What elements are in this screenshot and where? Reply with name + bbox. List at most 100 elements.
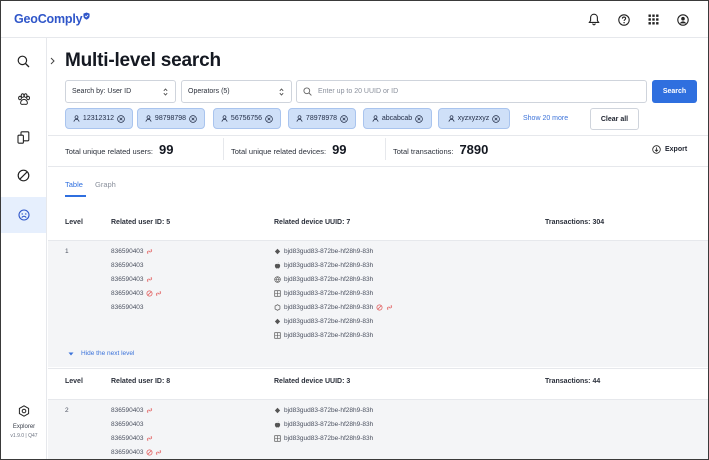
sidebar-item-face[interactable] bbox=[1, 197, 46, 233]
device-id: bjd83gud83-872be-hf28h9-83h bbox=[284, 407, 374, 414]
link-icon bbox=[155, 291, 161, 296]
chip-label: abcabcab bbox=[381, 115, 413, 122]
sidebar-item-search[interactable] bbox=[1, 43, 46, 79]
search-button[interactable]: Search bbox=[652, 80, 697, 103]
id-search-input[interactable] bbox=[318, 88, 618, 95]
account-icon[interactable] bbox=[676, 13, 689, 26]
bell-icon[interactable] bbox=[587, 13, 600, 26]
page-title: Multi-level search bbox=[65, 50, 221, 71]
device-id: bjd83gud83-872be-hf28h9-83h bbox=[284, 248, 374, 255]
user-row[interactable]: 836590403 bbox=[111, 248, 153, 255]
device-row[interactable]: bjd83gud83-872be-hf28h9-83h bbox=[274, 262, 373, 269]
device-row[interactable]: bjd83gud83-872be-hf28h9-83h bbox=[274, 332, 373, 339]
windows-icon bbox=[274, 332, 281, 339]
android-icon bbox=[274, 407, 281, 414]
link-icon bbox=[146, 277, 152, 282]
stat-devices: Total unique related devices: 99 bbox=[231, 142, 347, 157]
devices-icon bbox=[17, 130, 30, 144]
show-more-link[interactable]: Show 20 more bbox=[523, 115, 568, 122]
brand-name: GeoComply bbox=[14, 12, 83, 26]
id-search-field bbox=[296, 80, 647, 103]
col-level: Level bbox=[65, 378, 83, 385]
search-by-value: Search by: User ID bbox=[72, 88, 132, 95]
blocked-icon bbox=[17, 169, 30, 181]
tab-table[interactable]: Table bbox=[65, 180, 83, 189]
divider bbox=[48, 166, 708, 167]
device-row[interactable]: bjd83gud83-872be-hf28h9-83h bbox=[274, 407, 373, 414]
device-row[interactable]: bjd83gud83-872be-hf28h9-83h bbox=[274, 290, 373, 297]
close-icon[interactable] bbox=[265, 114, 273, 123]
export-label: Export bbox=[665, 146, 688, 153]
mobile-device-icon bbox=[274, 304, 281, 311]
operators-select[interactable]: Operators (5) bbox=[181, 80, 292, 103]
user-row[interactable]: 836590403 bbox=[111, 276, 153, 283]
download-icon bbox=[652, 145, 661, 154]
level-body: 1 836590403 836590403 836590403 83659040… bbox=[48, 240, 708, 367]
sidebar-item-blocked[interactable] bbox=[1, 157, 46, 193]
search-by-select[interactable]: Search by: User ID bbox=[65, 80, 176, 103]
tab-graph[interactable]: Graph bbox=[95, 180, 116, 189]
device-id: bjd83gud83-872be-hf28h9-83h bbox=[284, 318, 374, 325]
col-transactions: Transactions: 304 bbox=[545, 219, 605, 226]
hide-next-level-toggle[interactable]: Hide the next level bbox=[68, 350, 134, 357]
globe-icon bbox=[274, 276, 281, 283]
close-icon[interactable] bbox=[415, 114, 423, 123]
user-row[interactable]: 836590403 bbox=[111, 407, 153, 414]
close-icon[interactable] bbox=[189, 114, 197, 123]
clear-all-button[interactable]: Clear all bbox=[590, 108, 639, 130]
stat-separator bbox=[223, 138, 224, 160]
stat-separator bbox=[385, 138, 386, 160]
chip-user[interactable]: 12312312 bbox=[65, 108, 133, 129]
apple-icon bbox=[274, 262, 281, 269]
user-id: 836590403 bbox=[111, 449, 144, 456]
brand-logo[interactable]: GeoComply bbox=[14, 12, 90, 26]
sidebar-item-paw[interactable] bbox=[1, 81, 46, 117]
chip-user[interactable]: abcabcab bbox=[363, 108, 432, 129]
device-id: bjd83gud83-872be-hf28h9-83h bbox=[284, 276, 374, 283]
user-row[interactable]: 836590403 bbox=[111, 435, 153, 442]
link-icon bbox=[146, 249, 152, 254]
close-icon[interactable] bbox=[117, 114, 125, 123]
stat-transactions-value: 7890 bbox=[459, 142, 489, 157]
caret-down-icon bbox=[68, 352, 74, 355]
user-id: 836590403 bbox=[111, 421, 144, 428]
help-icon[interactable] bbox=[617, 13, 630, 26]
user-row[interactable]: 836590403 bbox=[111, 262, 144, 269]
device-row[interactable]: bjd83gud83-872be-hf28h9-83h bbox=[274, 276, 373, 283]
export-button[interactable]: Export bbox=[652, 145, 687, 154]
stat-devices-value: 99 bbox=[332, 142, 347, 157]
user-id: 836590403 bbox=[111, 262, 144, 269]
level-number: 1 bbox=[65, 248, 69, 255]
search-icon bbox=[17, 55, 30, 67]
device-row[interactable]: bjd83gud83-872be-hf28h9-83h bbox=[274, 421, 373, 428]
level-section-2: Level Related user ID: 8 Related device … bbox=[48, 368, 708, 459]
user-id: 836590403 bbox=[111, 407, 144, 414]
user-row[interactable]: 836590403 bbox=[111, 421, 144, 428]
block-icon bbox=[376, 304, 383, 311]
stat-users-label: Total unique related users: bbox=[65, 147, 153, 156]
device-row[interactable]: bjd83gud83-872be-hf28h9-83h bbox=[274, 318, 373, 325]
device-id: bjd83gud83-872be-hf28h9-83h bbox=[284, 435, 374, 442]
sidebar-item-devices[interactable] bbox=[1, 119, 46, 155]
sort-caret-icon bbox=[163, 88, 168, 96]
explorer-icon[interactable] bbox=[18, 405, 30, 417]
device-row[interactable]: bjd83gud83-872be-hf28h9-83h bbox=[274, 435, 373, 442]
user-icon bbox=[73, 115, 80, 122]
device-row[interactable]: bjd83gud83-872be-hf28h9-83h bbox=[274, 248, 373, 255]
chip-label: 78978978 bbox=[305, 115, 338, 122]
shield-icon bbox=[83, 12, 90, 20]
close-icon[interactable] bbox=[340, 114, 348, 123]
device-id: bjd83gud83-872be-hf28h9-83h bbox=[284, 304, 374, 311]
user-row[interactable]: 836590403 bbox=[111, 304, 144, 311]
chip-user[interactable]: 56756756 bbox=[213, 108, 281, 129]
device-row[interactable]: bjd83gud83-872be-hf28h9-83h bbox=[274, 304, 393, 311]
chip-user[interactable]: 78978978 bbox=[288, 108, 356, 129]
user-icon bbox=[372, 115, 379, 122]
divider bbox=[48, 135, 708, 136]
user-row[interactable]: 836590403 bbox=[111, 449, 162, 456]
user-row[interactable]: 836590403 bbox=[111, 290, 162, 297]
chip-user[interactable]: xyzxyzxyz bbox=[438, 108, 510, 129]
apps-grid-icon[interactable] bbox=[647, 13, 660, 26]
close-icon[interactable] bbox=[492, 114, 501, 123]
chip-user[interactable]: 98798798 bbox=[137, 108, 205, 129]
